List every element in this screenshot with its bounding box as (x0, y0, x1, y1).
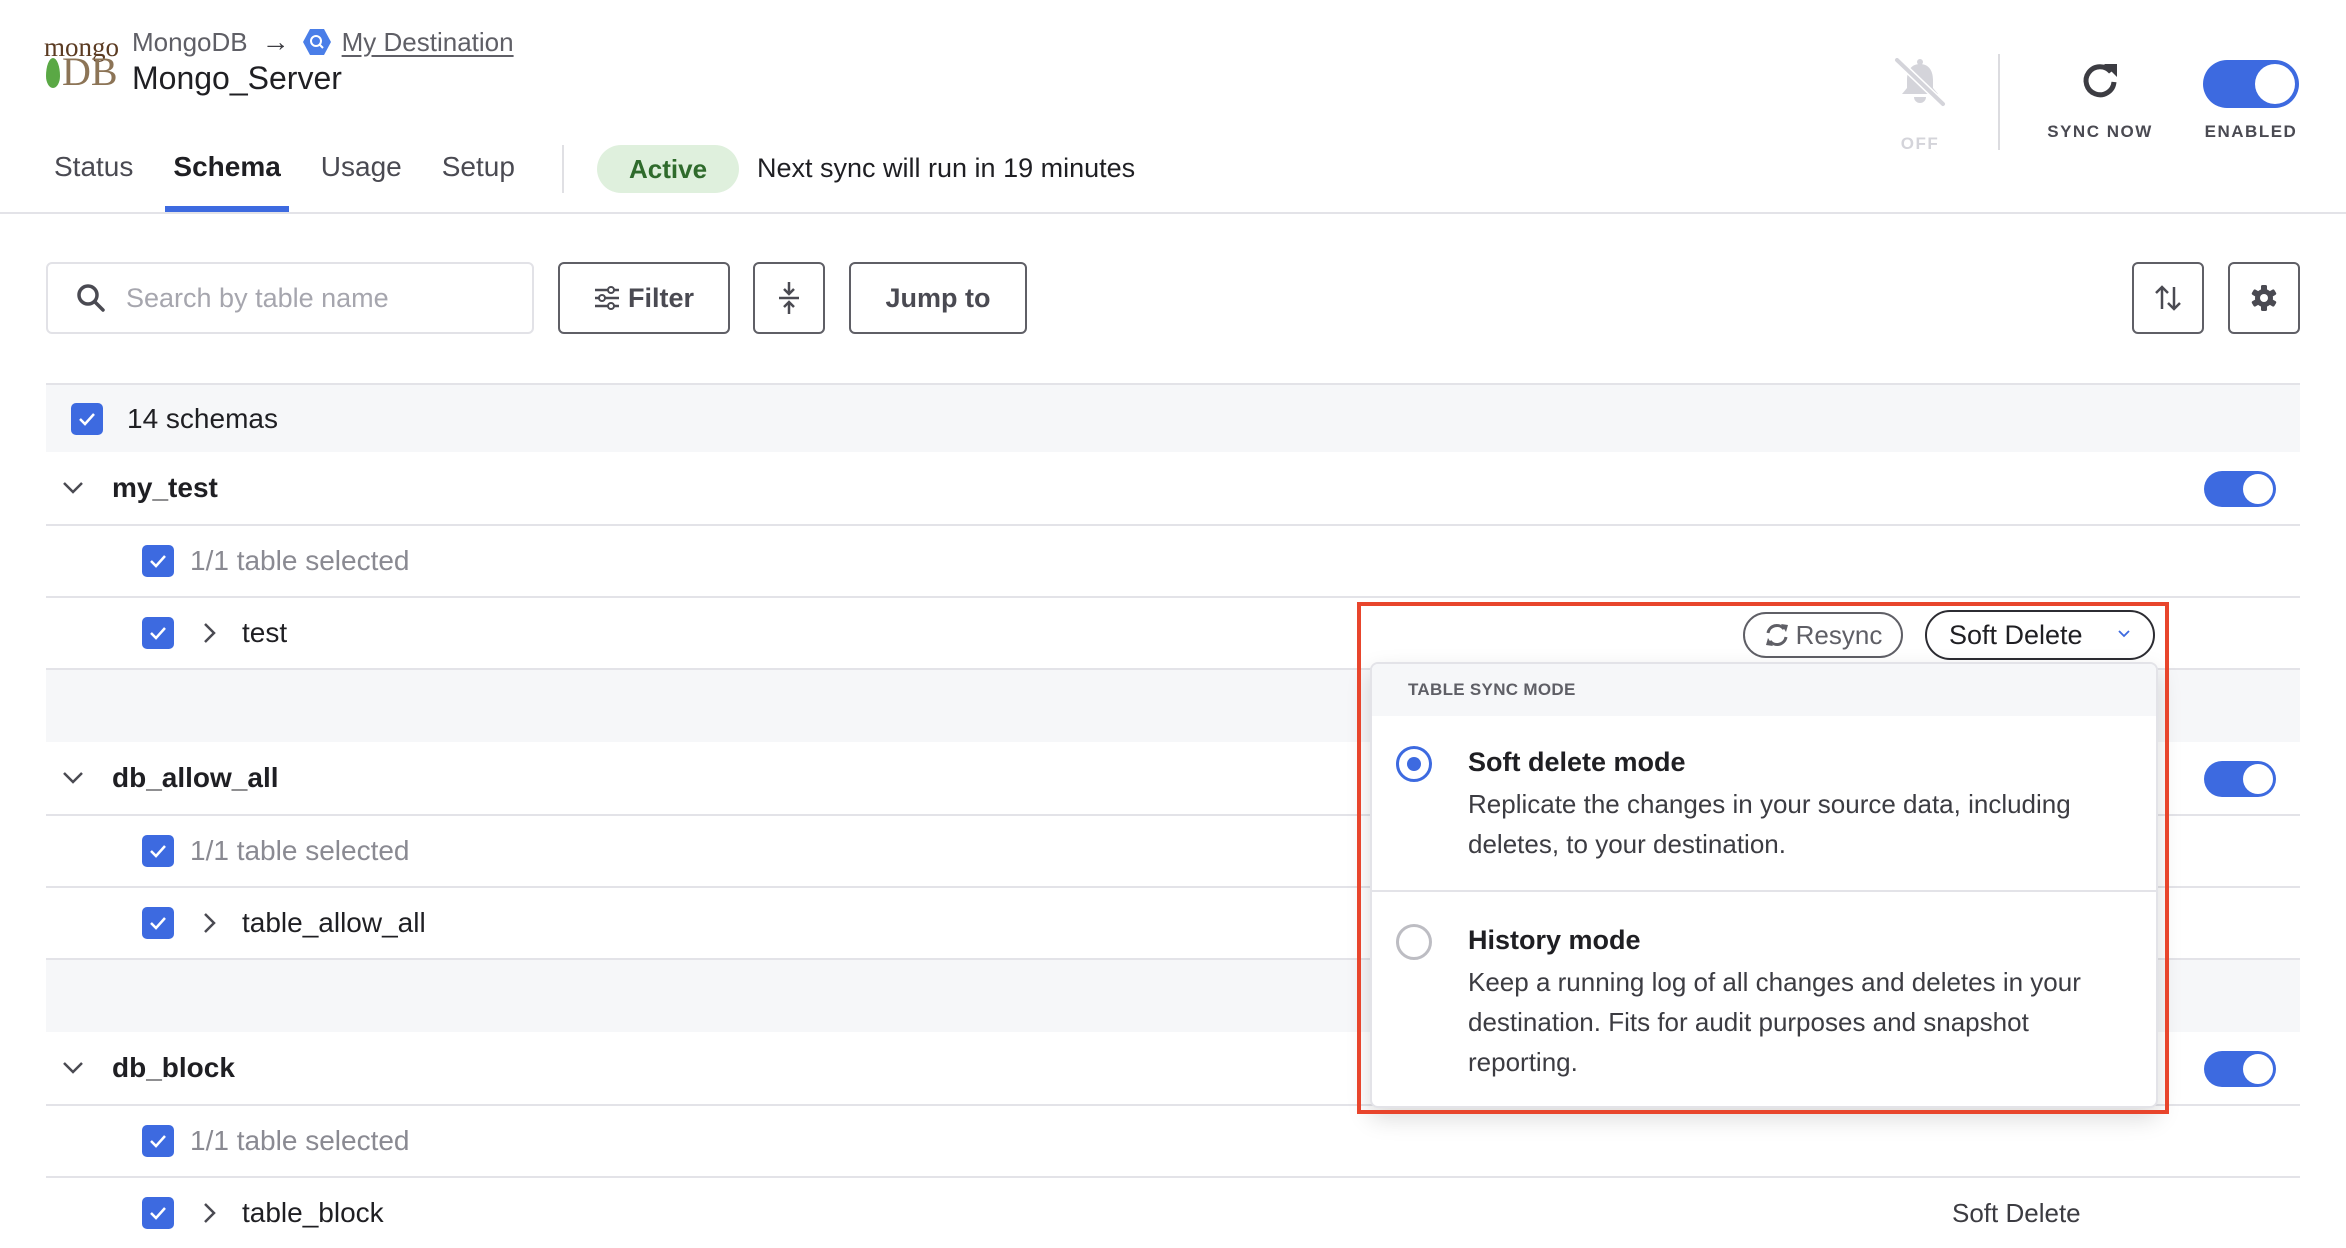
header-divider (0, 212, 2346, 214)
controls-divider (1998, 54, 2000, 150)
tab-schema[interactable]: Schema (165, 140, 290, 213)
check-icon (150, 917, 166, 930)
settings-button[interactable] (2228, 262, 2300, 334)
schema-name: db_block (112, 1052, 235, 1083)
schema-count: 14 schemas (127, 402, 278, 434)
collapse-all-button[interactable] (753, 262, 825, 334)
resync-button[interactable]: Resync (1743, 612, 1903, 658)
check-icon (150, 845, 166, 858)
option-description: Keep a running log of all changes and de… (1468, 967, 2081, 1077)
connector-enabled-toggle[interactable] (2203, 60, 2299, 108)
search-input[interactable] (126, 282, 506, 314)
select-tables-checkbox[interactable] (142, 545, 174, 577)
check-icon (150, 1207, 166, 1220)
search-field[interactable] (46, 262, 534, 334)
table-name: test (242, 617, 288, 648)
notifications-label: OFF (1900, 134, 1940, 153)
schema-toggle[interactable] (2204, 471, 2276, 507)
tab-usage[interactable]: Usage (321, 140, 402, 213)
tab-bar: Status Schema Usage Setup (54, 140, 555, 213)
select-all-row: 14 schemas (46, 383, 2300, 452)
check-icon (150, 1135, 166, 1148)
radio-selected[interactable] (1396, 746, 1432, 782)
select-tables-checkbox[interactable] (142, 835, 174, 867)
soft-delete-option[interactable]: Soft delete mode Replicate the changes i… (1372, 716, 2156, 892)
mongodb-logo: mongo DB (44, 30, 122, 94)
select-tables-checkbox[interactable] (142, 1125, 174, 1157)
connector-title: Mongo_Server (132, 60, 342, 96)
table-name: table_block (242, 1197, 384, 1228)
dropdown-header: TABLE SYNC MODE (1372, 664, 2156, 716)
sync-mode-dropdown: TABLE SYNC MODE Soft delete mode Replica… (1370, 662, 2158, 1108)
tab-divider (562, 145, 564, 193)
schema-row: my_test (46, 452, 2300, 526)
sort-arrows-icon (2155, 285, 2181, 311)
table-sync-mode[interactable]: Soft Delete (1952, 1198, 2081, 1229)
table-checkbox[interactable] (142, 1197, 174, 1229)
table-selection-count: 1/1 table selected (190, 545, 410, 576)
tab-status[interactable]: Status (54, 140, 133, 213)
table-selection-row: 1/1 table selected (46, 526, 2300, 598)
bigquery-icon (302, 29, 331, 55)
gear-icon (2251, 285, 2277, 311)
logo-text-db: DB (62, 49, 118, 94)
arrow-right-icon: → (261, 26, 290, 57)
schema-name: db_allow_all (112, 762, 279, 793)
next-sync-text: Next sync will run in 19 minutes (757, 153, 1136, 183)
table-checkbox[interactable] (142, 617, 174, 649)
check-icon (150, 555, 166, 568)
table-row: table_block Soft Delete (46, 1178, 2300, 1248)
enabled-label: ENABLED (2204, 122, 2298, 141)
sort-button[interactable] (2132, 262, 2204, 334)
check-icon (79, 412, 95, 426)
history-mode-option[interactable]: History mode Keep a running log of all c… (1372, 892, 2156, 1106)
table-selection-count: 1/1 table selected (190, 835, 410, 866)
chevron-right-icon[interactable] (198, 908, 222, 938)
sliders-icon (594, 286, 619, 310)
table-selection-row: 1/1 table selected (46, 1106, 2300, 1178)
option-title: History mode (1468, 925, 1641, 955)
tab-setup[interactable]: Setup (442, 140, 515, 213)
connector-enabled-control: ENABLED (2196, 60, 2306, 142)
chevron-down-icon (2118, 630, 2130, 638)
jump-to-button[interactable]: Jump to (849, 262, 1027, 334)
status-badge: Active (597, 145, 740, 193)
filter-button[interactable]: Filter (558, 262, 730, 334)
sync-mode-selected: Soft Delete (1949, 619, 2083, 650)
chevron-down-icon[interactable] (58, 768, 88, 788)
chevron-down-icon[interactable] (58, 1058, 88, 1078)
search-icon (77, 284, 105, 312)
select-all-checkbox[interactable] (71, 402, 103, 435)
bell-off-icon (1894, 58, 1946, 107)
filter-label: Filter (627, 282, 694, 313)
destination-link[interactable]: My Destination (342, 27, 514, 58)
check-icon (150, 627, 166, 640)
notifications-toggle[interactable]: OFF (1890, 58, 1950, 154)
schema-toggle[interactable] (2204, 761, 2276, 797)
chevron-right-icon[interactable] (198, 1198, 222, 1228)
sync-now-label: SYNC NOW (2047, 122, 2153, 141)
breadcrumb-source: MongoDB (132, 26, 248, 57)
refresh-icon (2083, 64, 2117, 98)
collapse-icon (779, 282, 799, 314)
chevron-down-icon[interactable] (58, 478, 88, 498)
resync-label: Resync (1795, 619, 1883, 650)
sync-mode-select[interactable]: Soft Delete (1925, 610, 2155, 660)
radio-unselected[interactable] (1396, 924, 1432, 960)
sync-now-button[interactable]: SYNC NOW (2040, 60, 2160, 142)
table-name: table_allow_all (242, 907, 426, 938)
schema-name: my_test (112, 472, 218, 503)
chevron-right-icon[interactable] (198, 618, 222, 648)
table-checkbox[interactable] (142, 907, 174, 939)
table-selection-count: 1/1 table selected (190, 1125, 410, 1156)
leaf-icon (46, 58, 60, 88)
schema-toggle[interactable] (2204, 1051, 2276, 1087)
breadcrumb: MongoDB → My Destination (132, 24, 514, 60)
option-title: Soft delete mode (1468, 747, 1686, 777)
resync-icon (1765, 624, 1788, 646)
option-description: Replicate the changes in your source dat… (1468, 789, 2071, 859)
